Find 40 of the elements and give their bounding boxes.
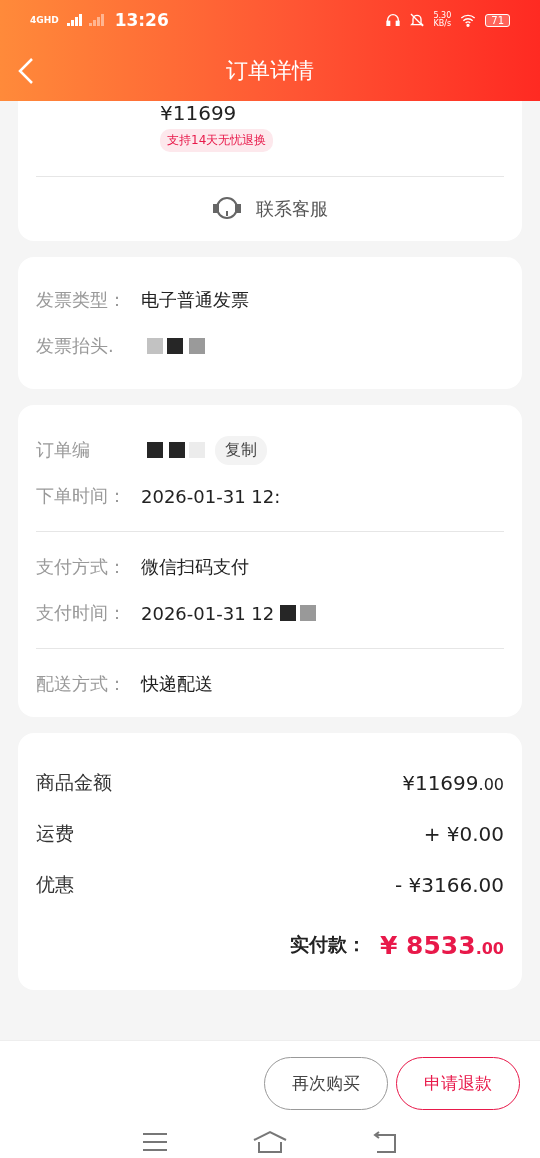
network-speed: 5.30 KB/s xyxy=(433,12,452,28)
field-value: 微信扫码支付 xyxy=(141,555,249,580)
wifi-icon xyxy=(459,12,478,28)
page-title: 订单详情 xyxy=(226,56,314,85)
amount-value: - ¥3166.00 xyxy=(395,872,504,897)
clock: 13:26 xyxy=(114,10,169,30)
buy-again-button[interactable]: 再次购买 xyxy=(264,1057,388,1111)
amount-label: 优惠 xyxy=(36,871,74,897)
field-label: 发票类型： xyxy=(36,288,127,313)
network-type: 4GHD xyxy=(30,15,59,25)
field-label: 支付方式： xyxy=(36,555,127,580)
product-price: ¥11699 xyxy=(160,101,238,126)
redaction-mosaic xyxy=(169,442,205,459)
field-value: 2026-01-31 12 xyxy=(141,602,275,624)
battery-level: 71 xyxy=(485,13,510,27)
field-label: 下单时间： xyxy=(36,484,127,509)
field-label: 配送方式： xyxy=(36,672,127,697)
signal-icon xyxy=(66,14,107,26)
amount-value: ¥11699.00 xyxy=(402,770,504,795)
field-label: 订单编 xyxy=(36,438,91,463)
return-policy-tag: 支持14天无忧退换 xyxy=(160,129,274,153)
field-value: 快递配送 xyxy=(141,672,213,697)
bell-off-icon xyxy=(409,12,426,28)
amount-value: + ¥0.00 xyxy=(423,821,504,846)
headphones-icon xyxy=(385,12,402,28)
total-value: ¥ 8533.00 xyxy=(379,930,504,960)
redaction-mosaic xyxy=(147,442,163,459)
field-value: 电子普通发票 xyxy=(141,288,249,313)
redaction-mosaic xyxy=(189,338,205,355)
contact-service-button[interactable]: 联系客服 xyxy=(36,177,504,242)
amount-label: 运费 xyxy=(36,820,74,846)
copy-button[interactable]: 复制 xyxy=(215,435,267,465)
refund-button[interactable]: 申请退款 xyxy=(396,1057,520,1111)
field-value: 2026-01-31 12: xyxy=(141,485,281,507)
amount-label: 商品金额 xyxy=(36,769,112,795)
redaction-mosaic xyxy=(147,338,183,355)
field-label: 支付时间： xyxy=(36,601,127,626)
redaction-mosaic xyxy=(280,605,317,622)
total-label: 实付款： xyxy=(289,932,366,958)
field-label: 发票抬头. xyxy=(36,334,115,359)
